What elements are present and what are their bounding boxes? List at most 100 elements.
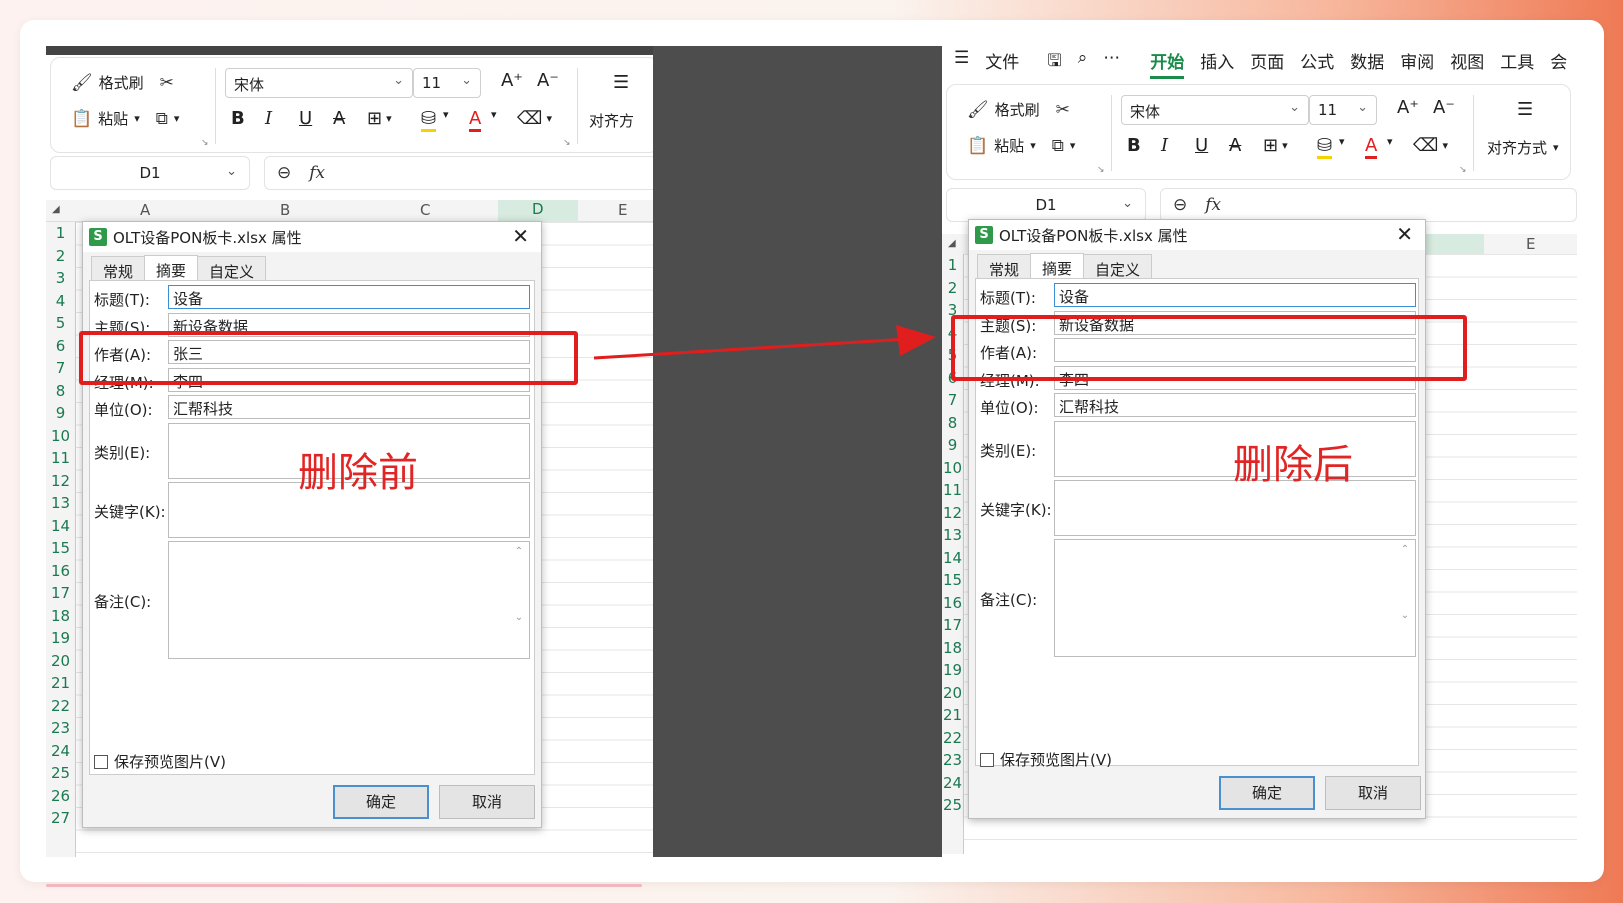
font-color-icon[interactable]: A [1365, 135, 1378, 159]
tab-home[interactable]: 开始 [1150, 48, 1185, 79]
dialog-launcher-icon[interactable]: ↘ [201, 138, 209, 148]
bold-icon[interactable]: B [231, 108, 245, 129]
row-header[interactable]: 2 [942, 277, 963, 300]
row-header[interactable]: 5 [46, 312, 75, 335]
row-header[interactable]: 4 [46, 290, 75, 313]
align-icon[interactable]: ☰ [613, 72, 629, 93]
increase-font-icon[interactable]: A⁺ [501, 70, 523, 91]
format-painter-button[interactable]: 🖌 格式刷 ✂ [71, 72, 174, 93]
ok-button[interactable]: 确定 [333, 785, 429, 819]
row-header[interactable]: 9 [942, 434, 963, 457]
more-icon[interactable]: ⋯ [1103, 48, 1120, 79]
row-header[interactable]: 11 [942, 479, 963, 502]
formula-bar[interactable]: ⊖ fx [1160, 188, 1577, 222]
row-header[interactable]: 20 [942, 682, 963, 705]
dialog-launcher-icon[interactable]: ↘ [563, 138, 571, 148]
row-header[interactable]: 16 [46, 560, 75, 583]
column-header[interactable]: B [280, 201, 290, 219]
column-header[interactable]: D [498, 200, 578, 222]
save-icon[interactable]: 🖫 [1047, 48, 1061, 79]
row-header[interactable]: 21 [942, 704, 963, 727]
bold-icon[interactable]: B [1127, 135, 1141, 156]
row-header[interactable]: 17 [46, 582, 75, 605]
align-button[interactable]: 对齐方 [589, 110, 634, 131]
row-header[interactable]: 18 [942, 637, 963, 660]
title-field[interactable]: 设备 [168, 285, 530, 309]
checkbox-box[interactable] [94, 754, 108, 769]
row-header[interactable]: 7 [942, 389, 963, 412]
dialog-launcher-icon[interactable]: ↘ [1459, 165, 1467, 175]
comments-field[interactable]: ⌃ ⌄ [168, 541, 530, 659]
comments-scrollbar[interactable]: ⌃ ⌄ [1399, 544, 1411, 652]
border-icon[interactable]: ⊞ ▾ [1263, 135, 1288, 156]
row-header[interactable]: 2 [46, 245, 75, 268]
company-field[interactable]: 汇帮科技 [168, 395, 530, 419]
row-header[interactable]: 8 [46, 380, 75, 403]
row-header[interactable]: 25 [46, 762, 75, 785]
paste-button[interactable]: 📋 粘贴 ▾ ⧉ ▾ [967, 135, 1075, 156]
row-header[interactable]: 17 [942, 614, 963, 637]
comments-scrollbar[interactable]: ⌃ ⌄ [513, 546, 525, 654]
row-header[interactable]: 10 [942, 457, 963, 480]
row-header[interactable]: 3 [46, 267, 75, 290]
eraser-icon[interactable]: ⌫ ▾ [1413, 135, 1448, 156]
increase-font-icon[interactable]: A⁺ [1397, 97, 1419, 118]
row-header[interactable]: 13 [46, 492, 75, 515]
menu-icon[interactable]: ☰ [954, 48, 969, 79]
tab-tools[interactable]: 工具 [1500, 48, 1534, 79]
tab-formula[interactable]: 公式 [1300, 48, 1334, 79]
underline-icon[interactable]: U [1195, 135, 1208, 156]
tab-data[interactable]: 数据 [1350, 48, 1384, 79]
row-header[interactable]: 22 [942, 727, 963, 750]
save-preview-checkbox[interactable]: 保存预览图片(V) [980, 749, 1112, 770]
company-field[interactable]: 汇帮科技 [1054, 393, 1416, 417]
row-header[interactable]: 8 [942, 412, 963, 435]
row-header[interactable]: 15 [46, 537, 75, 560]
row-header[interactable]: 16 [942, 592, 963, 615]
menu-file[interactable]: 文件 [985, 48, 1019, 79]
tab-review[interactable]: 审阅 [1400, 48, 1434, 79]
fx-icon[interactable]: fx [309, 163, 325, 183]
row-header[interactable]: 9 [46, 402, 75, 425]
close-icon[interactable]: ✕ [512, 224, 529, 248]
align-icon[interactable]: ☰ [1517, 99, 1533, 120]
column-header[interactable]: C [420, 201, 430, 219]
decrease-font-icon[interactable]: A⁻ [1433, 97, 1455, 118]
title-field[interactable]: 设备 [1054, 283, 1416, 307]
row-header[interactable]: 11 [46, 447, 75, 470]
font-name-select[interactable]: 宋体 ⌄ [1121, 95, 1309, 125]
eraser-icon[interactable]: ⌫ ▾ [517, 108, 552, 129]
underline-icon[interactable]: U [299, 108, 312, 129]
row-header[interactable]: 19 [942, 659, 963, 682]
row-header[interactable]: 7 [46, 357, 75, 380]
align-button[interactable]: 对齐方式 ▾ [1487, 137, 1559, 158]
row-header[interactable]: 12 [942, 502, 963, 525]
row-header[interactable]: 26 [46, 785, 75, 808]
select-all-icon[interactable]: ◢ [52, 204, 60, 215]
strikethrough-icon[interactable]: A [333, 108, 345, 129]
strikethrough-icon[interactable]: A [1229, 135, 1241, 156]
dialog-launcher-icon[interactable]: ↘ [1097, 165, 1105, 175]
row-header[interactable]: 12 [46, 470, 75, 493]
italic-icon[interactable]: I [265, 108, 272, 129]
tab-view[interactable]: 视图 [1450, 48, 1484, 79]
row-header[interactable]: 19 [46, 627, 75, 650]
search-icon[interactable]: ⌕ [1078, 48, 1088, 79]
row-header[interactable]: 24 [46, 740, 75, 763]
font-color-icon[interactable]: A [469, 108, 482, 132]
tab-insert[interactable]: 插入 [1200, 48, 1234, 79]
row-header[interactable]: 20 [46, 650, 75, 673]
tab-page[interactable]: 页面 [1250, 48, 1284, 79]
row-header[interactable]: 1 [942, 254, 963, 277]
row-header[interactable]: 1 [46, 222, 75, 245]
close-icon[interactable]: ✕ [1396, 222, 1413, 246]
row-header[interactable]: 24 [942, 772, 963, 795]
column-header[interactable]: E [1526, 235, 1535, 253]
copy-icon[interactable]: ⧉ [156, 109, 168, 129]
row-header[interactable]: 10 [46, 425, 75, 448]
row-header[interactable]: 21 [46, 672, 75, 695]
row-header[interactable]: 23 [46, 717, 75, 740]
fill-color-icon[interactable]: ⛁ [1317, 135, 1333, 159]
font-size-select[interactable]: 11 ⌄ [413, 68, 481, 98]
font-name-select[interactable]: 宋体 ⌄ [225, 68, 413, 98]
